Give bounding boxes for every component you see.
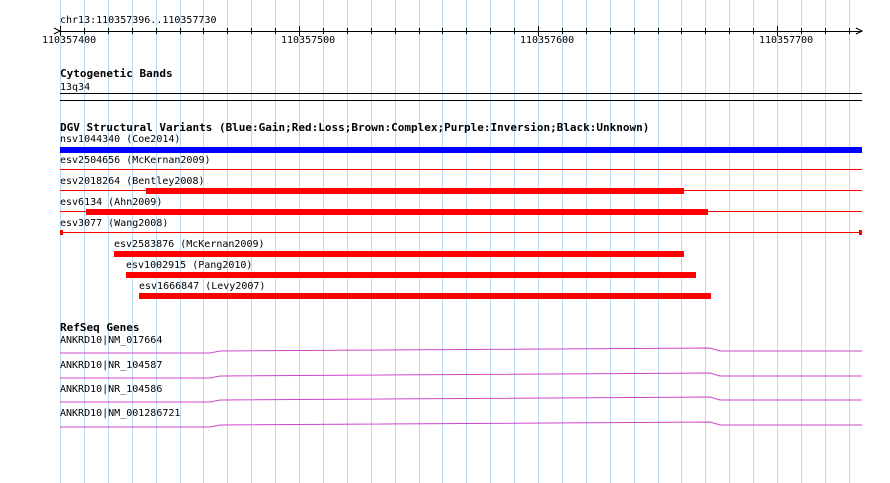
- refseq-gene-models: [60, 347, 862, 428]
- gene-model[interactable]: [60, 347, 862, 354]
- genome-browser-view: chr13:110357396..110357730 110357400 110…: [0, 0, 890, 483]
- gene-model[interactable]: [60, 372, 862, 379]
- gene-model[interactable]: [60, 396, 862, 403]
- gene-model[interactable]: [60, 421, 862, 428]
